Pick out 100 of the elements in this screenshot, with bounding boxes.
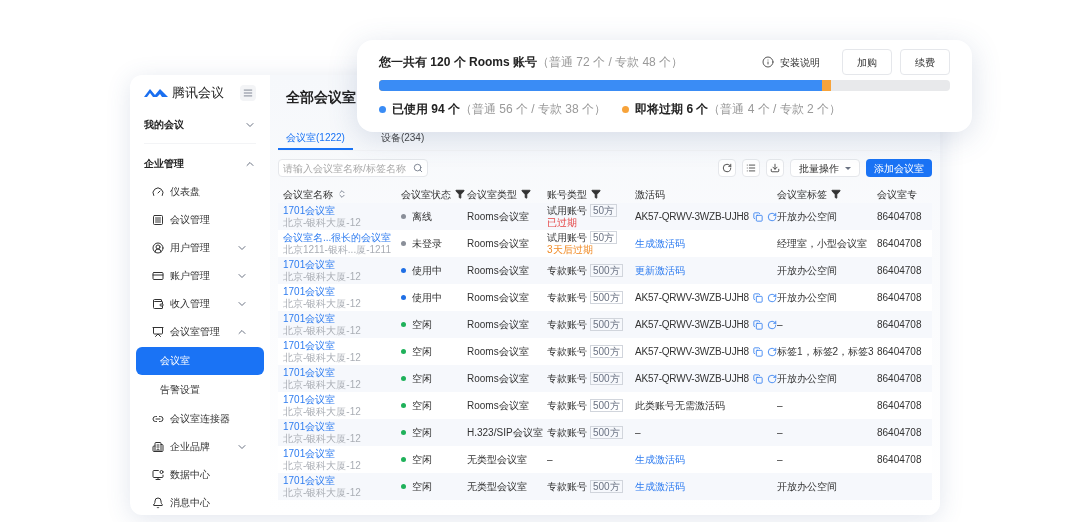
- column-header[interactable]: 账号类型: [542, 186, 630, 202]
- account-type: 试用账号: [547, 231, 587, 244]
- quota-tag: 500方: [590, 399, 623, 412]
- collapse-button[interactable]: [240, 84, 256, 101]
- menu-icon: [243, 87, 253, 98]
- legend-label: 已使用 94 个: [392, 101, 460, 118]
- room-number: 86404708: [876, 426, 923, 440]
- bell-icon: [152, 496, 164, 509]
- action-button[interactable]: 续费: [900, 49, 950, 75]
- tag-cell-text: 开放办公空间: [776, 291, 838, 305]
- nav-item[interactable]: 用户管理: [144, 233, 256, 262]
- status-text: 空闲: [412, 453, 432, 467]
- status-text: 空闲: [412, 399, 432, 413]
- room-location: 北京-银科大厦-12: [283, 378, 362, 391]
- batch-dropdown[interactable]: 批量操作: [790, 159, 860, 177]
- room-name-link[interactable]: 1701会议室: [283, 366, 391, 379]
- activation-code-link[interactable]: 更新激活码: [635, 263, 685, 278]
- sort-icon: [337, 189, 347, 199]
- summary-note: （普通 72 个 / 专款 48 个）: [537, 54, 684, 71]
- room-name-link[interactable]: 1701会议室: [283, 312, 391, 325]
- activation-code-link[interactable]: 生成激活码: [635, 479, 685, 494]
- room-name-link[interactable]: 1701会议室: [283, 447, 391, 460]
- table-cell-text: 无类型会议室: [466, 453, 528, 467]
- copy-icon[interactable]: [752, 346, 763, 357]
- status-text: 离线: [412, 210, 432, 224]
- nav-item[interactable]: 收入管理: [144, 289, 256, 318]
- room-name-link[interactable]: 1701会议室: [283, 420, 391, 433]
- copy-icon[interactable]: [752, 292, 763, 303]
- list-button[interactable]: [742, 159, 760, 177]
- tab[interactable]: 设备(234): [372, 132, 433, 150]
- refresh-button[interactable]: [718, 159, 736, 177]
- search-field[interactable]: 请输入会议室名称/标签名称: [278, 159, 428, 177]
- column-header[interactable]: 会议室状态: [396, 186, 462, 202]
- room-name-link[interactable]: 1701会议室: [283, 204, 391, 217]
- room-name-link[interactable]: 1701会议室: [283, 474, 391, 487]
- nav-item[interactable]: 会议室管理: [144, 317, 256, 346]
- table-cell-text: Rooms会议室: [466, 318, 530, 332]
- table-cell-text: Rooms会议室: [466, 237, 530, 251]
- column-header[interactable]: 激活码: [630, 186, 772, 202]
- account-type: 专款账号: [547, 345, 587, 358]
- refresh-icon[interactable]: [766, 373, 777, 384]
- column-header[interactable]: 会议室专: [872, 186, 932, 202]
- activation-code-link[interactable]: 生成激活码: [635, 452, 685, 467]
- action-button[interactable]: 加购: [842, 49, 892, 75]
- activation-code: AK57-QRWV-3WZB-UJH8: [635, 372, 749, 386]
- column-header[interactable]: 会议室类型: [462, 186, 542, 202]
- quota-tag: 500方: [590, 372, 623, 385]
- table-cell-text: Rooms会议室: [466, 399, 530, 413]
- install-guide-link[interactable]: 安装说明: [780, 54, 820, 70]
- nav-item[interactable]: 数据中心: [144, 460, 256, 489]
- nav-item[interactable]: 仪表盘: [144, 177, 256, 206]
- nav-item[interactable]: 会议管理: [144, 205, 256, 234]
- nav-section[interactable]: 企业管理: [144, 149, 256, 178]
- account-type: 试用账号: [547, 204, 587, 217]
- chart-icon: [152, 468, 164, 481]
- tab[interactable]: 会议室(1222): [278, 132, 353, 150]
- quota-tag: 500方: [590, 480, 623, 493]
- room-location: 北京-银科大厦-12: [283, 405, 362, 418]
- refresh-icon[interactable]: [766, 319, 777, 330]
- account-type: 专款账号: [547, 372, 587, 385]
- refresh-icon[interactable]: [766, 346, 777, 357]
- room-location: 北京-银科大厦-12: [283, 297, 362, 310]
- room-number: 86404708: [876, 345, 923, 359]
- nav-item[interactable]: 企业品牌: [144, 432, 256, 461]
- refresh-icon[interactable]: [766, 292, 777, 303]
- tag-cell-text: –: [776, 399, 784, 413]
- room-number: 86404708: [876, 318, 923, 332]
- nav-item[interactable]: 账户管理: [144, 261, 256, 290]
- activation-code-link[interactable]: 生成激活码: [635, 236, 685, 251]
- copy-icon[interactable]: [752, 211, 763, 222]
- copy-icon[interactable]: [752, 373, 763, 384]
- card-icon: [152, 269, 164, 282]
- legend-note: （普通 4 个 / 专款 2 个）: [708, 101, 842, 118]
- search-icon: [413, 163, 423, 173]
- tag-cell-text: –: [776, 318, 784, 332]
- room-name-link[interactable]: 1701会议室: [283, 393, 391, 406]
- room-name-link[interactable]: 会议室名...很长的会议室: [283, 231, 391, 244]
- download-button[interactable]: [766, 159, 784, 177]
- nav-item[interactable]: 告警设置: [136, 375, 264, 404]
- table-cell-text: Rooms会议室: [466, 264, 530, 278]
- status-text: 空闲: [412, 372, 432, 386]
- room-name-link[interactable]: 1701会议室: [283, 258, 391, 271]
- copy-icon[interactable]: [752, 319, 763, 330]
- room-location: 北京-银科大厦-12: [283, 432, 362, 445]
- status-text: 空闲: [412, 480, 432, 494]
- room-name-link[interactable]: 1701会议室: [283, 285, 391, 298]
- room-number: 86404708: [876, 210, 923, 224]
- column-header[interactable]: 会议室名称: [278, 186, 396, 202]
- nav-item[interactable]: 消息中心: [144, 488, 256, 515]
- nav-section[interactable]: 我的会议: [144, 110, 256, 139]
- account-type: 专款账号: [547, 480, 587, 493]
- expiry-note: 3天后过期: [547, 244, 594, 256]
- page-title: 全部会议室: [286, 87, 356, 107]
- add-room-button[interactable]: 添加会议室: [866, 159, 932, 177]
- refresh-icon[interactable]: [766, 211, 777, 222]
- nav-item[interactable]: 会议室连接器: [144, 404, 256, 433]
- table-cell-text: Rooms会议室: [466, 372, 530, 386]
- room-name-link[interactable]: 1701会议室: [283, 339, 391, 352]
- column-header[interactable]: 会议室标签: [772, 186, 872, 202]
- nav-item[interactable]: 会议室: [136, 346, 264, 375]
